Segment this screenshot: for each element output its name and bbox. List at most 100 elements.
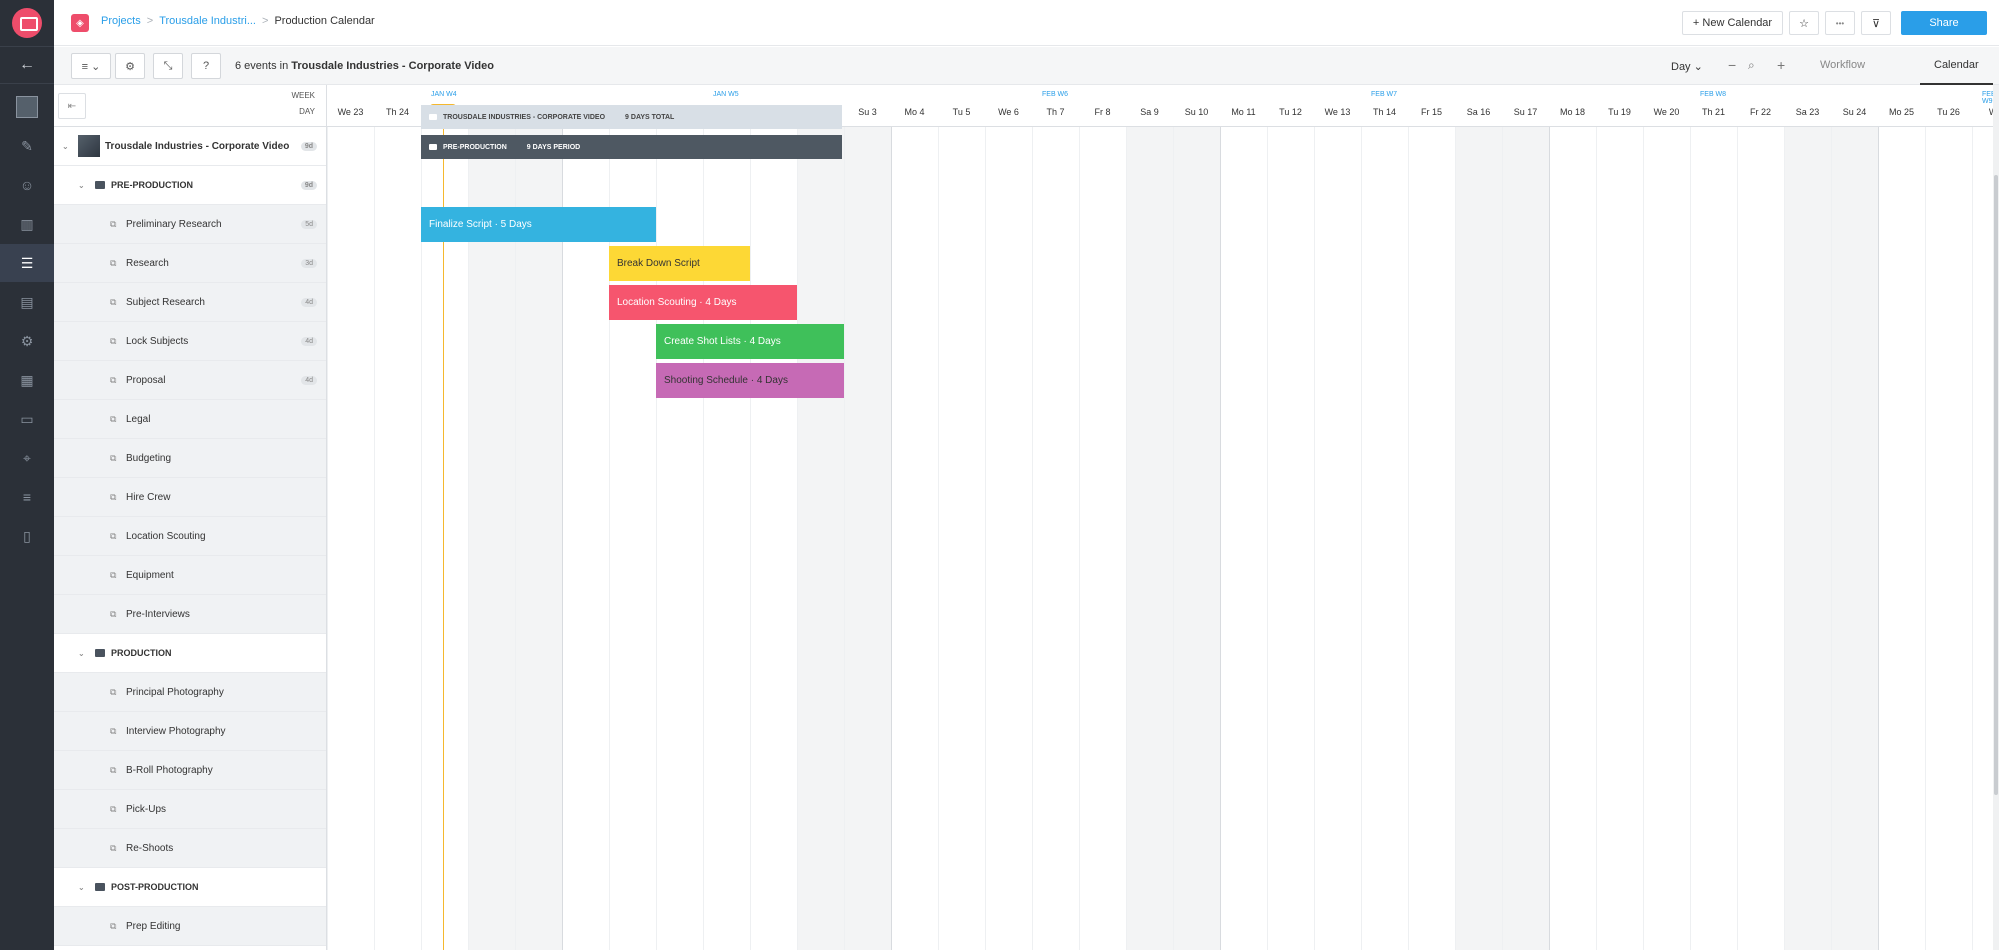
task-row[interactable]: ⧉ Subject Research 4d: [54, 283, 326, 322]
calendar-timeline[interactable]: We 23Th 24Fr 25Sa 26Su 27Mo 28Tu 29We 30…: [327, 85, 1999, 950]
timeline-icon[interactable]: ☰: [0, 244, 54, 282]
chevron-down-icon[interactable]: ⌄: [78, 181, 85, 190]
day-column[interactable]: [1737, 85, 1784, 950]
back-arrow-icon[interactable]: ←: [0, 46, 54, 84]
new-calendar-button[interactable]: + New Calendar: [1682, 11, 1783, 35]
day-column[interactable]: [656, 85, 703, 950]
day-column[interactable]: [1361, 85, 1408, 950]
task-row[interactable]: ⧉ Proposal 4d: [54, 361, 326, 400]
task-row[interactable]: ⧉ Equipment: [54, 556, 326, 595]
zoom-out-icon[interactable]: −: [1728, 57, 1736, 73]
day-column[interactable]: [1032, 85, 1079, 950]
task-row[interactable]: ⧉ Pre-Interviews: [54, 595, 326, 634]
day-column[interactable]: [938, 85, 985, 950]
project-thumbnail-icon[interactable]: [0, 88, 54, 126]
phase-row[interactable]: ⌄ PRE-PRODUCTION 9d: [54, 166, 326, 205]
group-by-dropdown[interactable]: ≡ ⌄: [71, 53, 111, 79]
task-row[interactable]: ⧉ Hire Crew: [54, 478, 326, 517]
star-icon[interactable]: ☆: [1789, 11, 1819, 35]
event-bar[interactable]: Break Down Script: [609, 246, 750, 281]
task-row[interactable]: ⧉ Prep Editing: [54, 907, 326, 946]
task-row[interactable]: ⧉ Lock Subjects 4d: [54, 322, 326, 361]
day-column[interactable]: [1925, 85, 1972, 950]
task-row[interactable]: ⧉ Legal: [54, 400, 326, 439]
day-column[interactable]: [703, 85, 750, 950]
more-options-icon[interactable]: •••: [1825, 11, 1855, 35]
task-row[interactable]: ⧉ Preliminary Research 5d: [54, 205, 326, 244]
zoom-in-icon[interactable]: +: [1777, 57, 1785, 73]
day-column[interactable]: [1831, 85, 1878, 950]
folder-icon[interactable]: ▭: [0, 400, 54, 438]
day-column[interactable]: [1220, 85, 1267, 950]
help-icon[interactable]: ?: [191, 53, 221, 79]
day-column[interactable]: [1079, 85, 1126, 950]
day-column[interactable]: [797, 85, 844, 950]
share-button[interactable]: Share: [1901, 11, 1987, 35]
task-row[interactable]: ⧉ Principal Photography: [54, 673, 326, 712]
task-row[interactable]: ⧉ Pick-Ups: [54, 790, 326, 829]
studiobinder-logo-icon[interactable]: [12, 8, 42, 38]
settings-icon[interactable]: ⚙: [115, 53, 145, 79]
event-bar[interactable]: Finalize Script · 5 Days: [421, 207, 656, 242]
chevron-down-icon[interactable]: ⌄: [62, 142, 69, 151]
collapse-sidebar-icon[interactable]: ⇤: [58, 93, 86, 119]
day-column[interactable]: [1408, 85, 1455, 950]
scrollbar-thumb[interactable]: [1994, 175, 1998, 795]
day-column[interactable]: [327, 85, 374, 950]
day-column[interactable]: [1455, 85, 1502, 950]
day-label: Th 21: [1701, 107, 1725, 117]
breadcrumb-projects[interactable]: Projects: [101, 15, 141, 27]
day-column[interactable]: [750, 85, 797, 950]
project-summary-bar[interactable]: TROUSDALE INDUSTRIES - CORPORATE VIDEO 9…: [421, 105, 842, 129]
location-icon[interactable]: ⌖: [0, 439, 54, 477]
task-row[interactable]: ⧉ B-Roll Photography: [54, 751, 326, 790]
chevron-down-icon[interactable]: ⌄: [78, 883, 85, 892]
sliders-icon[interactable]: ≡: [0, 478, 54, 516]
day-column[interactable]: [1549, 85, 1596, 950]
task-row[interactable]: ⧉ Interview Photography: [54, 712, 326, 751]
day-column[interactable]: [1173, 85, 1220, 950]
chevron-down-icon[interactable]: ⌄: [78, 649, 85, 658]
book-icon[interactable]: ▯: [0, 517, 54, 555]
filter-icon[interactable]: ⊽: [1861, 11, 1891, 35]
day-label: Tu 19: [1608, 107, 1631, 117]
day-column[interactable]: [1643, 85, 1690, 950]
board-icon[interactable]: ▥: [0, 205, 54, 243]
day-column[interactable]: [1690, 85, 1737, 950]
task-row[interactable]: ⧉ Location Scouting: [54, 517, 326, 556]
view-scale-dropdown[interactable]: Day ⌄: [1671, 60, 1703, 73]
task-row[interactable]: ⧉ Research 3d: [54, 244, 326, 283]
day-column[interactable]: [1596, 85, 1643, 950]
event-bar[interactable]: Location Scouting · 4 Days: [609, 285, 797, 320]
phase-summary-bar[interactable]: PRE-PRODUCTION 9 DAYS PERIOD: [421, 135, 842, 159]
contacts-icon[interactable]: ☺: [0, 166, 54, 204]
day-column[interactable]: [374, 85, 421, 950]
settings-wheel-icon[interactable]: ⚙: [0, 322, 54, 360]
day-column[interactable]: [1267, 85, 1314, 950]
breadcrumb-project[interactable]: Trousdale Industri...: [159, 15, 256, 27]
day-column[interactable]: [1784, 85, 1831, 950]
calendar-icon[interactable]: ▦: [0, 361, 54, 399]
day-column[interactable]: [985, 85, 1032, 950]
event-bar[interactable]: Create Shot Lists · 4 Days: [656, 324, 844, 359]
tab-calendar[interactable]: Calendar: [1934, 59, 1979, 71]
day-column[interactable]: [1126, 85, 1173, 950]
collapse-all-icon[interactable]: ⤡: [153, 53, 183, 79]
phase-row[interactable]: ⌄ POST-PRODUCTION: [54, 868, 326, 907]
phase-row[interactable]: ⌄ PRODUCTION: [54, 634, 326, 673]
vertical-scrollbar[interactable]: [1993, 85, 1999, 950]
day-column[interactable]: [1314, 85, 1361, 950]
project-badge-icon[interactable]: ◈: [71, 14, 89, 32]
event-bar[interactable]: Shooting Schedule · 4 Days: [656, 363, 844, 398]
day-column[interactable]: [1502, 85, 1549, 950]
day-column[interactable]: [844, 85, 891, 950]
tab-workflow[interactable]: Workflow: [1820, 59, 1865, 71]
row-label: Interview Photography: [126, 725, 226, 737]
task-row[interactable]: ⧉ Budgeting: [54, 439, 326, 478]
day-column[interactable]: [1878, 85, 1925, 950]
task-row[interactable]: ⧉ Re-Shoots: [54, 829, 326, 868]
pencil-icon[interactable]: ✎: [0, 127, 54, 165]
day-column[interactable]: [891, 85, 938, 950]
list-icon[interactable]: ▤: [0, 283, 54, 321]
project-row[interactable]: ⌄ Trousdale Industries - Corporate Video 9…: [54, 127, 326, 166]
